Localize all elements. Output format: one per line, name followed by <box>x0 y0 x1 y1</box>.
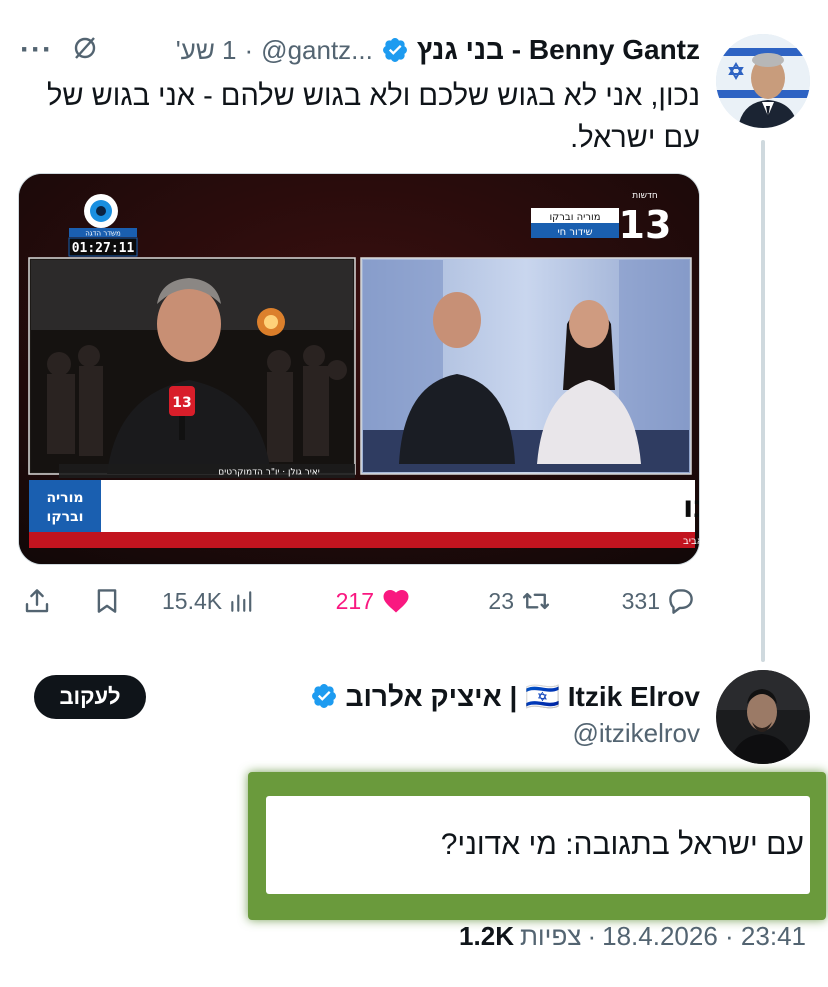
views-icon <box>228 587 254 615</box>
thread-line <box>761 140 765 662</box>
heart-icon <box>380 586 412 616</box>
avatar-image <box>716 34 810 128</box>
channel-number: 13 <box>619 203 672 247</box>
reply-author-handle[interactable]: @itzikelrov <box>572 718 700 749</box>
time-ago[interactable]: 1 שע' <box>176 35 237 66</box>
headline: גולן: אני לא בטוח שגנץ בגוש שלנו <box>683 490 700 525</box>
reply-count: 331 <box>621 587 660 614</box>
reply-button[interactable]: 331 <box>622 578 696 624</box>
tweet-header-tools: ··· <box>20 30 99 70</box>
location: ישיר, כיכר הבימה, תל אביב <box>683 536 700 547</box>
bookmark-button[interactable] <box>92 578 122 624</box>
dot-separator: · <box>587 920 597 951</box>
reply-text-box: עם ישראל בתגובה: מי אדוני? <box>266 796 810 894</box>
views-label: צפיות <box>519 920 582 951</box>
grok-icon[interactable] <box>71 34 99 67</box>
tweet-header: בני גנץ - Benny Gantz @gantz... · 1 שע' <box>176 30 700 70</box>
views-count: 15.4K <box>162 587 223 614</box>
reply-author-avatar[interactable] <box>716 670 810 764</box>
avatar-image <box>716 670 810 764</box>
tweet-text: נכון, אני לא בגוש שלכם ולא בגוש שלהם - א… <box>47 80 700 154</box>
author-name[interactable]: בני גנץ - Benny Gantz <box>417 34 700 66</box>
share-icon <box>22 586 52 616</box>
retweet-button[interactable]: 23 <box>488 578 552 624</box>
program-name: מוריה וברקו <box>549 212 600 223</box>
reply-header: איציק אלרוב | 🇮🇱 Itzik Elrov <box>310 676 700 716</box>
reply-timestamp[interactable]: 23:41 · 18.4.2026 <box>602 921 806 952</box>
event-label: משדר הדגה <box>85 230 121 238</box>
author-handle[interactable]: @gantz... <box>261 35 373 66</box>
tweet-actions: 331 23 217 15.4K <box>18 578 700 624</box>
reporter-caption: יאיר גולן · יו"ר הדמוקרטים <box>218 468 319 478</box>
views-button[interactable]: 15.4K <box>162 578 254 624</box>
reply-text: עם ישראל בתגובה: מי אדוני? <box>440 828 804 861</box>
author-avatar[interactable] <box>716 34 810 128</box>
more-icon[interactable]: ··· <box>20 33 53 67</box>
retweet-count: 23 <box>488 587 514 614</box>
dot-separator: · <box>244 34 254 65</box>
verified-icon <box>310 682 338 710</box>
bookmark-icon <box>92 586 122 616</box>
broadcast-timer: 01:27:11 <box>72 241 135 256</box>
reply-meta: 23:41 · 18.4.2026 · צפיות 1.2K <box>459 917 806 955</box>
share-button[interactable] <box>22 578 52 624</box>
retweet-icon <box>520 586 552 616</box>
reply-views-count: 1.2K <box>459 920 514 951</box>
follow-button[interactable]: לעקוב <box>34 675 146 719</box>
show-badge-line2: וברקו <box>47 509 84 525</box>
mic-logo: 13 <box>172 395 191 411</box>
verified-icon <box>381 36 409 64</box>
like-button[interactable]: 217 <box>336 578 412 624</box>
reply-author-name[interactable]: איציק אלרוב | 🇮🇱 Itzik Elrov <box>346 680 700 713</box>
reply-icon <box>666 586 696 616</box>
like-count: 217 <box>335 587 374 614</box>
show-badge-line1: מוריה <box>46 490 83 506</box>
live-label: שידור חי <box>557 227 592 238</box>
channel-label: חדשות <box>632 191 658 201</box>
tweet-media-image[interactable]: משדר הדגה 01:27:11 מוריה וברקו שידור חי … <box>18 173 700 565</box>
